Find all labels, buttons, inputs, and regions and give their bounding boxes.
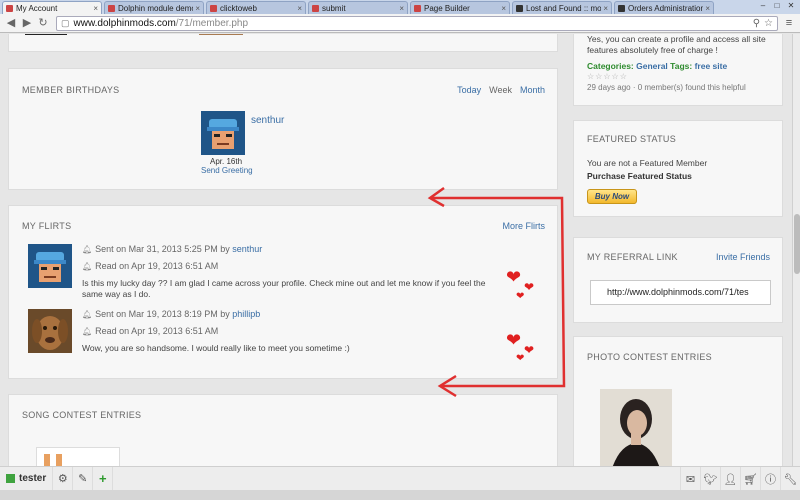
- edit-icon[interactable]: ✎: [73, 466, 94, 491]
- browser-tab[interactable]: Orders Administration ×: [614, 1, 714, 14]
- mail-icon[interactable]: ✉: [680, 467, 700, 491]
- page-content: MEMBER BIRTHDAYS Today Week Month senthu…: [0, 34, 800, 466]
- close-tab-icon[interactable]: ×: [705, 4, 710, 13]
- address-bar[interactable]: ▢ www.dolphinmods.com/71/member.php ⚲ ☆: [56, 15, 778, 31]
- back-icon[interactable]: ◀: [4, 16, 18, 30]
- bookmark-star-icon[interactable]: ☆: [764, 18, 773, 29]
- wrench-icon[interactable]: 🔧︎: [780, 467, 800, 491]
- user-menu[interactable]: tester: [0, 466, 54, 491]
- tab-label: Dolphin module demo si: [118, 3, 193, 13]
- annotation-arrows: [427, 186, 566, 398]
- browser-tab[interactable]: My Account ×: [2, 1, 102, 14]
- vertical-scrollbar[interactable]: [792, 34, 800, 466]
- browser-tab[interactable]: submit ×: [308, 1, 408, 14]
- window-controls: – □ ✕: [756, 1, 798, 11]
- scrollbar-thumb[interactable]: [794, 214, 800, 274]
- url-host: www.dolphinmods.com: [73, 17, 176, 29]
- minimize-icon[interactable]: –: [756, 1, 770, 11]
- cart-icon[interactable]: 🛒︎: [740, 467, 760, 491]
- favicon-icon: [6, 4, 13, 12]
- browser-tab[interactable]: Lost and Found :: modu×: [512, 1, 612, 14]
- close-tab-icon[interactable]: ×: [195, 4, 200, 13]
- favicon-icon: [312, 4, 319, 12]
- tab-label: My Account: [16, 3, 58, 13]
- favicon-icon: [414, 4, 421, 12]
- browser-toolbar: ◀ ▶ ↻ ▢ www.dolphinmods.com/71/member.ph…: [0, 14, 800, 33]
- browser-tab[interactable]: Page Builder ×: [410, 1, 510, 14]
- maximize-icon[interactable]: □: [770, 1, 784, 11]
- tab-label: Page Builder: [424, 3, 470, 13]
- page-icon: ▢: [61, 17, 70, 28]
- add-icon[interactable]: +: [93, 466, 114, 491]
- tab-label: clicktoweb: [220, 3, 257, 13]
- url-path: /71/member.php: [175, 17, 249, 29]
- tab-label: submit: [322, 3, 346, 13]
- close-tab-icon[interactable]: ×: [297, 4, 302, 13]
- forward-icon[interactable]: ▶: [20, 16, 34, 30]
- browser-tab-bar: My Account×Dolphin module demo si×clickt…: [0, 0, 800, 14]
- user-icon[interactable]: 👤︎: [720, 467, 740, 491]
- close-tab-icon[interactable]: ×: [93, 4, 98, 13]
- close-window-icon[interactable]: ✕: [784, 1, 798, 11]
- gear-icon[interactable]: ⚙: [53, 466, 74, 491]
- menu-icon[interactable]: ≡: [782, 17, 796, 29]
- tab-label: Orders Administration: [628, 3, 704, 13]
- favicon-icon: [618, 4, 625, 12]
- zoom-icon[interactable]: ⚲: [753, 18, 760, 29]
- close-tab-icon[interactable]: ×: [501, 4, 506, 13]
- browser-tab[interactable]: Dolphin module demo si×: [104, 1, 204, 14]
- status-bar: [0, 490, 800, 500]
- favicon-icon: [108, 4, 115, 12]
- reload-icon[interactable]: ↻: [36, 16, 50, 30]
- favicon-icon: [210, 4, 217, 12]
- online-status-icon: [6, 474, 15, 483]
- username-label: tester: [19, 473, 47, 484]
- favicon-icon: [516, 4, 523, 12]
- browser-tab[interactable]: clicktoweb ×: [206, 1, 306, 14]
- close-tab-icon[interactable]: ×: [399, 4, 404, 13]
- tab-label: Lost and Found :: modu: [526, 3, 602, 13]
- close-tab-icon[interactable]: ×: [603, 4, 608, 13]
- twitter-icon[interactable]: 🐦︎: [700, 467, 720, 491]
- info-icon[interactable]: ⓘ: [760, 467, 780, 491]
- member-toolbar: tester ⚙ ✎ + ✉ 🐦︎ 👤︎ 🛒︎ ⓘ 🔧︎: [0, 466, 800, 491]
